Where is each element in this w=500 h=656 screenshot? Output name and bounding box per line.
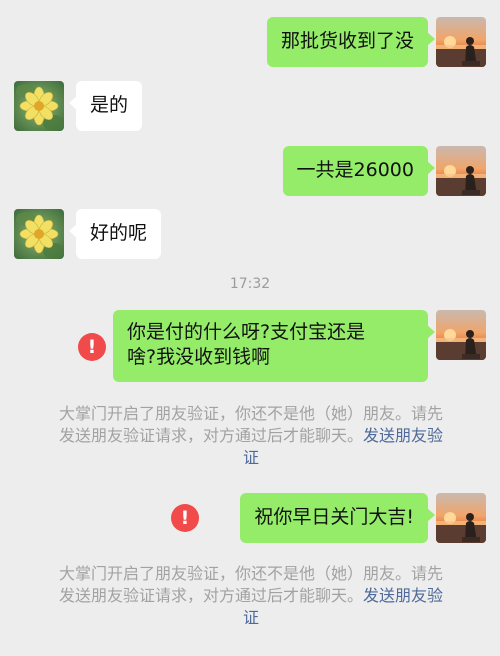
message-row: 一共是26000 (0, 146, 500, 196)
outgoing-message-bubble[interactable]: 那批货收到了没 (266, 17, 436, 67)
system-notice: 大掌门开启了朋友验证，你还不是他（她）朋友。请先 发送朋友验证请求，对方通过后才… (32, 563, 470, 629)
self-avatar[interactable] (436, 493, 486, 543)
self-avatar[interactable] (436, 17, 486, 67)
send-friend-request-link[interactable]: 发送朋友验 (363, 426, 443, 445)
message-text: 好的呢 (90, 222, 148, 244)
contact-avatar[interactable] (14, 81, 64, 131)
notice-line: 发送朋友验证请求，对方通过后才能聊天。发送朋友验 (32, 425, 470, 447)
incoming-message-bubble[interactable]: 是的 (68, 81, 143, 131)
message-row: 那批货收到了没 (0, 17, 500, 67)
notice-line: 证 (32, 607, 470, 629)
incoming-message-bubble[interactable]: 好的呢 (68, 209, 162, 259)
message-text: 是的 (90, 94, 129, 116)
outgoing-message-bubble[interactable]: 你是付的什么呀?支付宝还是 啥?我没收到钱啊 (113, 310, 435, 382)
send-failed-icon[interactable]: ! (78, 333, 106, 361)
sunset-avatar-icon (436, 146, 486, 196)
contact-avatar[interactable] (14, 209, 64, 259)
flower-avatar-icon (14, 81, 64, 131)
flower-avatar-icon (14, 209, 64, 259)
message-row: ! 你是付的什么呀?支付宝还是 啥?我没收到钱啊 (0, 310, 500, 384)
sunset-avatar-icon (436, 17, 486, 67)
outgoing-message-bubble[interactable]: 祝你早日关门大吉! (240, 493, 435, 543)
sunset-avatar-icon (436, 310, 486, 360)
message-text-line: 啥?我没收到钱啊 (127, 346, 271, 368)
notice-text: 发送朋友验证请求，对方通过后才能聊天。 (58, 426, 363, 445)
send-failed-icon[interactable]: ! (171, 504, 199, 532)
sunset-avatar-icon (436, 493, 486, 543)
system-notice: 大掌门开启了朋友验证，你还不是他（她）朋友。请先 发送朋友验证请求，对方通过后才… (32, 403, 470, 469)
self-avatar[interactable] (436, 146, 486, 196)
message-row: ! 祝你早日关门大吉! (0, 493, 500, 543)
message-text: 那批货收到了没 (280, 30, 414, 52)
send-friend-request-link[interactable]: 证 (243, 608, 259, 627)
send-friend-request-link[interactable]: 证 (243, 448, 259, 467)
notice-line: 发送朋友验证请求，对方通过后才能聊天。发送朋友验 (32, 585, 470, 607)
chat-timestamp: 17:32 (229, 276, 271, 292)
outgoing-message-bubble[interactable]: 一共是26000 (282, 146, 436, 196)
message-text: 一共是26000 (296, 159, 414, 181)
message-row: 是的 (0, 81, 500, 131)
message-row: 好的呢 (0, 209, 500, 259)
notice-text: 发送朋友验证请求，对方通过后才能聊天。 (58, 586, 363, 605)
self-avatar[interactable] (436, 310, 486, 360)
send-friend-request-link[interactable]: 发送朋友验 (363, 586, 443, 605)
notice-line: 大掌门开启了朋友验证，你还不是他（她）朋友。请先 (58, 404, 443, 423)
notice-line: 证 (32, 447, 470, 469)
message-text-line: 你是付的什么呀?支付宝还是 (127, 321, 366, 343)
notice-line: 大掌门开启了朋友验证，你还不是他（她）朋友。请先 (58, 564, 443, 583)
message-text: 祝你早日关门大吉! (254, 506, 414, 528)
